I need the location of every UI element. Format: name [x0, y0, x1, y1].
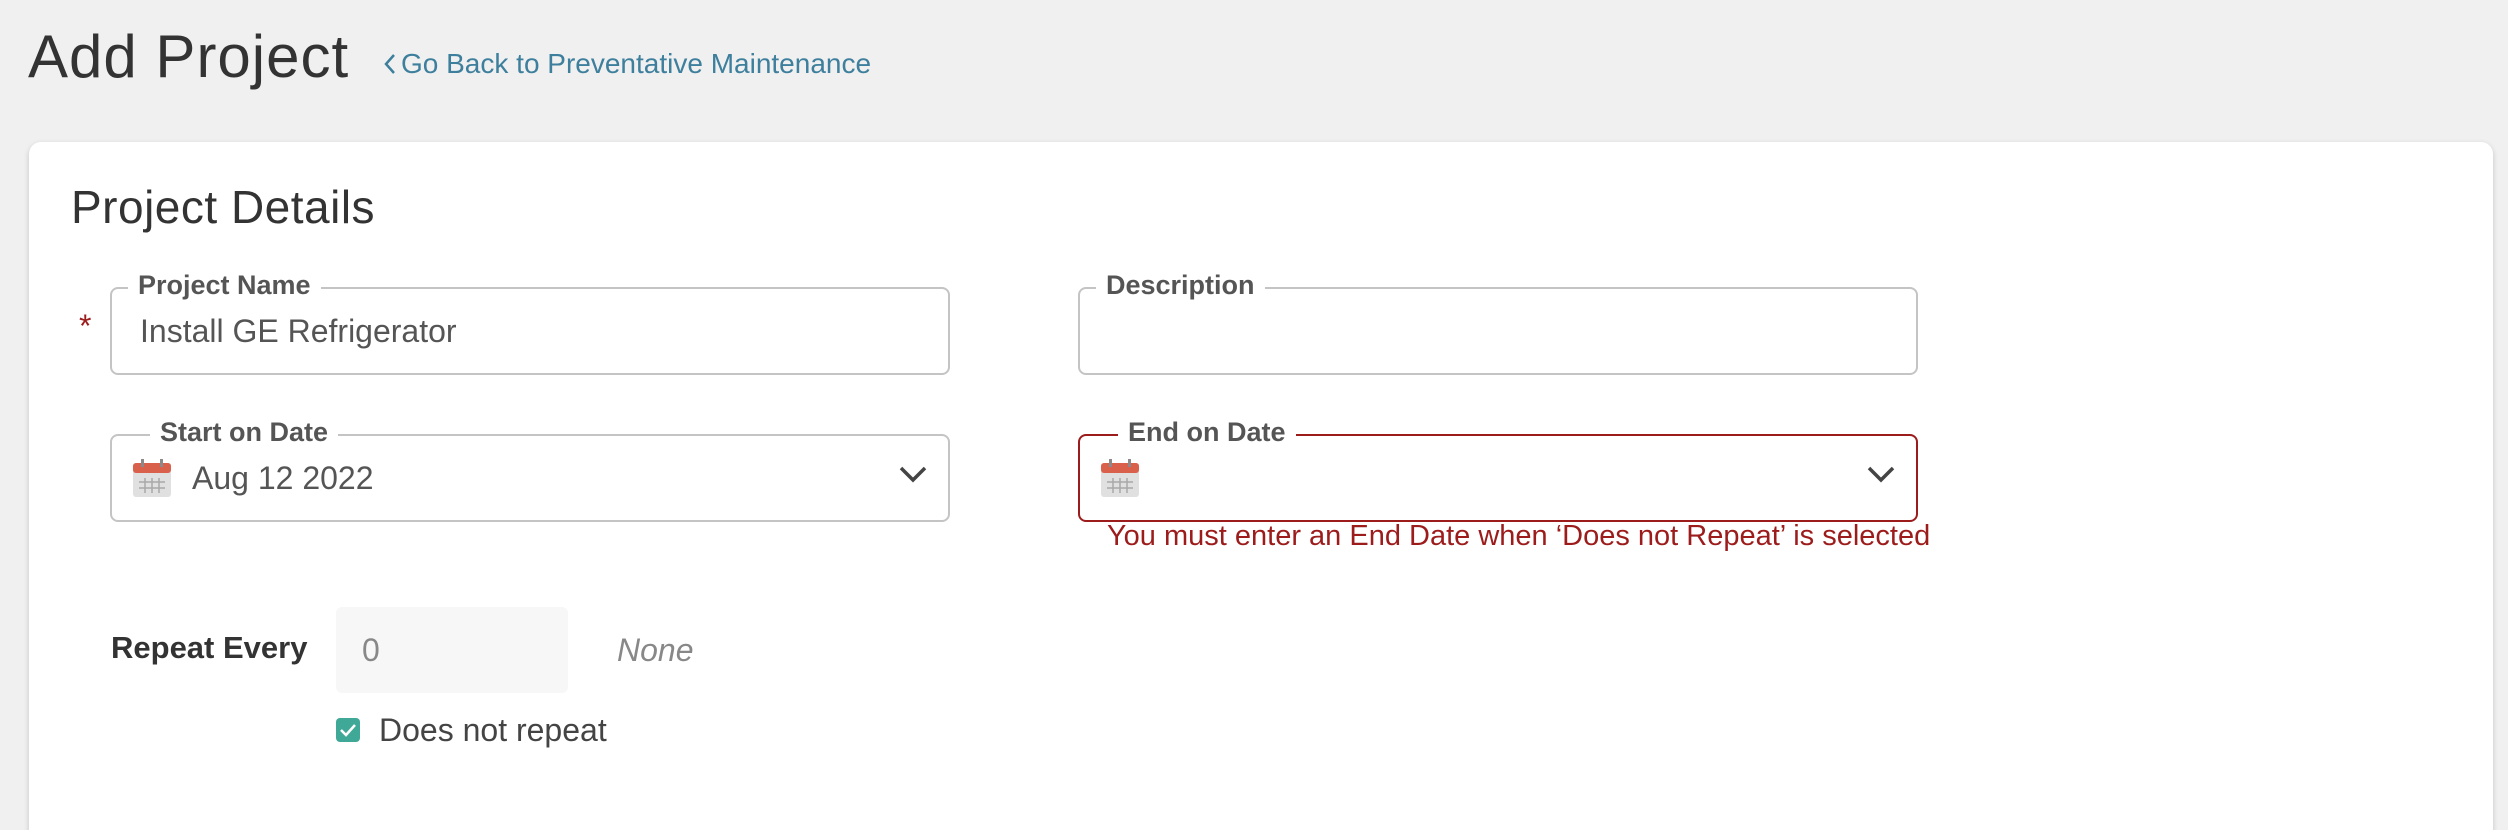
calendar-icon [1101, 459, 1139, 497]
end-date-label: End on Date [1118, 415, 1296, 449]
page-title: Add Project [28, 23, 350, 90]
repeat-unit: None [617, 632, 694, 668]
page: Add Project Go Back to Preventative Main… [0, 0, 2508, 830]
end-date-field[interactable]: End on Date [1078, 415, 1918, 522]
description-field[interactable]: Description [1078, 268, 1918, 375]
project-name-field[interactable]: Project Name Install GE Refrigerator [110, 268, 950, 375]
start-date-field[interactable]: Start on Date Aug 12 2022 [110, 415, 950, 522]
description-label: Description [1096, 268, 1265, 302]
does-not-repeat-checkbox[interactable] [336, 718, 360, 742]
section-title: Project Details [71, 181, 376, 233]
does-not-repeat-label[interactable]: Does not repeat [379, 712, 607, 749]
repeat-every-label: Repeat Every [111, 630, 308, 665]
project-details-card: Project Details * Project Name Install G… [29, 142, 2493, 830]
back-link-label: Go Back to Preventative Maintenance [401, 48, 872, 79]
repeat-every-input[interactable]: 0 [336, 607, 568, 693]
start-date-value: Aug 12 2022 [192, 459, 374, 496]
back-link[interactable]: Go Back to Preventative Maintenance [383, 48, 871, 80]
chevron-down-icon[interactable] [1866, 464, 1896, 484]
calendar-icon [133, 459, 171, 497]
chevron-left-icon [384, 54, 395, 74]
project-name-value: Install GE Refrigerator [140, 312, 457, 349]
check-icon [340, 724, 356, 737]
end-date-error: You must enter an End Date when ‘Does no… [1107, 520, 1931, 552]
required-marker: * [79, 308, 92, 344]
chevron-down-icon[interactable] [898, 464, 928, 484]
